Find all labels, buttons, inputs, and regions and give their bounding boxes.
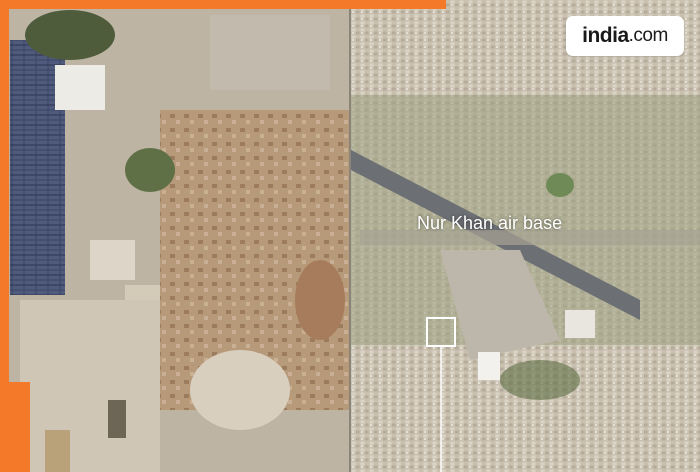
panel-divider <box>349 0 351 472</box>
orange-frame-left <box>0 0 9 382</box>
vegetation <box>500 360 580 400</box>
logo-suffix: .com <box>628 25 669 46</box>
hangar <box>478 352 500 380</box>
right-overview-panel <box>351 0 700 472</box>
orange-frame-top <box>0 0 446 9</box>
tree-cluster <box>25 10 115 60</box>
india-com-logo: india .com <box>566 16 684 56</box>
satellite-scene <box>0 0 700 472</box>
green-patch <box>546 173 574 197</box>
hangar <box>565 310 595 338</box>
white-building <box>55 65 105 110</box>
paved-area <box>20 300 160 472</box>
building <box>90 240 135 280</box>
orange-frame-corner <box>0 382 30 472</box>
tree <box>125 148 175 192</box>
cleared-area <box>190 350 290 430</box>
satellite-image-composite: india .com Nur Khan air base <box>0 0 700 472</box>
open-ground <box>210 15 330 90</box>
nur-khan-air-base-label: Nur Khan air base <box>417 213 563 233</box>
truck <box>45 430 70 472</box>
logo-name: india <box>582 24 629 47</box>
vehicle <box>108 400 126 438</box>
earth-mound <box>295 260 345 340</box>
left-closeup-panel <box>0 0 350 472</box>
